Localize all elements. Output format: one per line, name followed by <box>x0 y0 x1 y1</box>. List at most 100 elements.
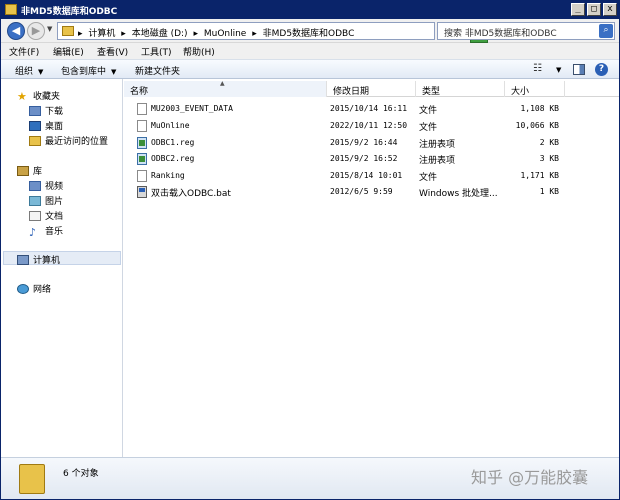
column-header-name[interactable]: 名称 ▲ <box>124 80 327 97</box>
window-title: 非MD5数据库和ODBC <box>21 7 118 17</box>
recent-pages-dropdown[interactable]: ▼ <box>47 25 52 33</box>
file-name: ODBC2.reg <box>151 154 195 163</box>
menu-help[interactable]: 帮助(H) <box>183 45 215 58</box>
file-type: 文件 <box>419 106 438 116</box>
nav-network-label: 网络 <box>33 285 52 295</box>
include-in-library-button[interactable]: 包含到库中 ▼ <box>61 64 116 77</box>
chevron-down-icon: ▼ <box>38 68 44 76</box>
file-date: 2015/8/14 10:01 <box>330 171 403 180</box>
navigation-pane: ★ 收藏夹 下载 桌面 最近访问的位置 库 视频 图片 文档 ♪ 音乐 计算机 网络 <box>1 79 123 457</box>
star-icon: ★ <box>17 90 27 103</box>
close-button[interactable]: x <box>603 3 617 16</box>
desktop-icon <box>29 121 41 131</box>
video-library-icon <box>29 181 41 191</box>
status-bar: 6 个对象 知乎 @万能胶囊 <box>1 457 619 499</box>
include-in-library-label: 包含到库中 <box>61 67 107 77</box>
maximize-button[interactable]: □ <box>587 3 601 16</box>
title-bar[interactable]: 非MD5数据库和ODBC _ □ x <box>1 1 619 19</box>
watermark: 知乎 @万能胶囊 <box>471 468 589 487</box>
nav-item-documents[interactable]: 文档 <box>29 209 63 222</box>
new-folder-button[interactable]: 新建文件夹 <box>135 64 180 77</box>
menu-view[interactable]: 查看(V) <box>97 45 128 58</box>
file-icon <box>137 170 147 182</box>
sort-ascending-icon: ▲ <box>220 80 225 87</box>
preview-pane-icon[interactable] <box>573 64 585 75</box>
column-header-size[interactable]: 大小 <box>505 81 565 97</box>
breadcrumb: ▸ 计算机 ▸ 本地磁盘 (D:) ▸ MuOnline ▸ 非MD5数据库和O… <box>78 26 357 39</box>
file-name: MuOnline <box>151 121 190 130</box>
search-input[interactable]: 搜索 非MD5数据库和ODBC <box>444 26 557 39</box>
file-row[interactable]: MuOnline 2022/10/11 12:50 文件 10,066 KB <box>124 118 619 134</box>
breadcrumb-muonline[interactable]: MuOnline <box>204 29 247 39</box>
nav-item-label: 最近访问的位置 <box>45 137 109 147</box>
organize-button[interactable]: 组织 ▼ <box>15 64 43 77</box>
file-name: 双击载入ODBC.bat <box>151 189 231 199</box>
file-type: 注册表项 <box>419 156 456 166</box>
nav-item-pictures[interactable]: 图片 <box>29 194 63 207</box>
file-row[interactable]: ODBC2.reg 2015/9/2 16:52 注册表项 3 KB <box>124 151 619 167</box>
file-date: 2015/9/2 16:52 <box>330 154 398 163</box>
breadcrumb-current-folder[interactable]: 非MD5数据库和ODBC <box>263 29 355 39</box>
nav-item-music[interactable]: ♪ 音乐 <box>29 224 63 240</box>
file-row[interactable]: ODBC1.reg 2015/9/2 16:44 注册表项 2 KB <box>124 135 619 151</box>
registry-file-icon <box>137 137 147 149</box>
file-date: 2022/10/11 12:50 <box>330 121 408 130</box>
file-size: 2 KB <box>539 138 559 147</box>
file-row[interactable]: Ranking 2015/8/14 10:01 文件 1,171 KB <box>124 168 619 184</box>
minimize-button[interactable]: _ <box>571 3 585 16</box>
file-row[interactable]: 双击载入ODBC.bat 2012/6/5 9:59 Windows 批处理..… <box>124 184 619 200</box>
nav-item-desktop[interactable]: 桌面 <box>29 119 63 132</box>
recent-places-icon <box>29 136 41 146</box>
file-list-pane: 名称 ▲ 修改日期 类型 大小 MU2003_EVENT_DATA 2015/10… <box>124 79 619 457</box>
folder-icon <box>19 464 45 494</box>
nav-item-videos[interactable]: 视频 <box>29 179 63 192</box>
music-note-icon: ♪ <box>29 226 37 239</box>
breadcrumb-separator: ▸ <box>78 29 83 39</box>
help-icon[interactable]: ? <box>595 63 608 76</box>
chevron-down-icon[interactable]: ▼ <box>556 66 561 74</box>
back-button[interactable]: ◀ <box>7 22 25 40</box>
network-icon <box>17 284 29 294</box>
file-size: 3 KB <box>539 154 559 163</box>
folder-icon <box>62 26 74 36</box>
search-icon[interactable]: ⌕ <box>599 24 613 38</box>
address-bar[interactable]: ▸ 计算机 ▸ 本地磁盘 (D:) ▸ MuOnline ▸ 非MD5数据库和O… <box>57 22 488 43</box>
file-name: MU2003_EVENT_DATA <box>151 104 233 113</box>
nav-libraries-label: 库 <box>33 167 43 177</box>
nav-item-downloads[interactable]: 下载 <box>29 104 63 117</box>
address-row: ◀ ▶ ▼ ▸ 计算机 ▸ 本地磁盘 (D:) ▸ MuOnline ▸ 非MD… <box>1 19 619 43</box>
nav-item-recent-places[interactable]: 最近访问的位置 <box>29 134 108 147</box>
batch-file-icon <box>137 186 147 198</box>
file-type: 文件 <box>419 173 438 183</box>
nav-libraries[interactable]: 库 <box>17 164 42 177</box>
nav-network[interactable]: 网络 <box>17 282 51 295</box>
chevron-down-icon: ▼ <box>111 68 117 76</box>
organize-label: 组织 <box>15 67 34 77</box>
item-count: 6 个对象 <box>63 469 99 479</box>
breadcrumb-computer[interactable]: 计算机 <box>88 29 115 39</box>
nav-computer-label: 计算机 <box>33 256 61 266</box>
explorer-window: 非MD5数据库和ODBC _ □ x ◀ ▶ ▼ ▸ 计算机 ▸ 本地磁盘 (D… <box>0 0 620 500</box>
breadcrumb-separator: ▸ <box>193 29 198 39</box>
column-header-type[interactable]: 类型 <box>416 81 505 97</box>
registry-file-icon <box>137 153 147 165</box>
file-name: Ranking <box>151 171 185 180</box>
forward-button[interactable]: ▶ <box>27 22 45 40</box>
menu-bar: 文件(F) 编辑(E) 查看(V) 工具(T) 帮助(H) <box>1 43 619 59</box>
search-box[interactable]: 搜索 非MD5数据库和ODBC ⌕ <box>437 22 615 40</box>
nav-item-label: 文档 <box>45 212 64 222</box>
column-header-date[interactable]: 修改日期 <box>327 81 416 97</box>
file-size: 10,066 KB <box>515 121 559 130</box>
breadcrumb-separator: ▸ <box>121 29 126 39</box>
file-row[interactable]: MU2003_EVENT_DATA 2015/10/14 16:11 文件 1,… <box>124 101 619 117</box>
nav-favorites[interactable]: ★ 收藏夹 <box>17 89 60 104</box>
view-options-icon[interactable]: ☷ <box>533 64 547 75</box>
menu-tools[interactable]: 工具(T) <box>141 45 172 58</box>
computer-icon <box>17 255 29 265</box>
breadcrumb-drive-d[interactable]: 本地磁盘 (D:) <box>132 29 188 39</box>
menu-file[interactable]: 文件(F) <box>9 45 39 58</box>
menu-edit[interactable]: 编辑(E) <box>53 45 84 58</box>
column-header: 名称 ▲ 修改日期 类型 大小 <box>124 80 619 97</box>
file-size: 1,108 KB <box>520 104 559 113</box>
nav-computer[interactable]: 计算机 <box>17 253 60 266</box>
